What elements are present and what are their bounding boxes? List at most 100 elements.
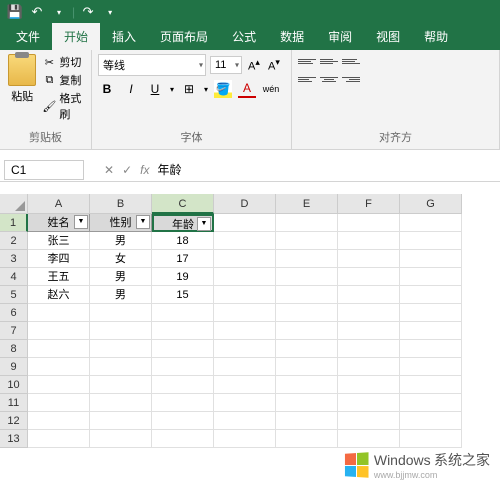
cell-E5[interactable]: [276, 286, 338, 304]
cell-G4[interactable]: [400, 268, 462, 286]
cell-A7[interactable]: [28, 322, 90, 340]
align-top-button[interactable]: [298, 54, 316, 68]
cell-B2[interactable]: 男: [90, 232, 152, 250]
cell-D7[interactable]: [214, 322, 276, 340]
formula-input[interactable]: 年龄: [149, 159, 500, 180]
cell-C1[interactable]: 年龄▼: [152, 214, 214, 232]
cell-E1[interactable]: [276, 214, 338, 232]
cell-E9[interactable]: [276, 358, 338, 376]
fx-button[interactable]: fx: [140, 163, 149, 177]
cell-G13[interactable]: [400, 430, 462, 448]
cell-G8[interactable]: [400, 340, 462, 358]
row-header-1[interactable]: 1: [0, 214, 28, 232]
cell-G12[interactable]: [400, 412, 462, 430]
column-header-F[interactable]: F: [338, 194, 400, 214]
name-box[interactable]: C1: [4, 160, 84, 180]
cell-F3[interactable]: [338, 250, 400, 268]
cell-A2[interactable]: 张三: [28, 232, 90, 250]
font-color-button[interactable]: A: [238, 80, 256, 98]
cell-F9[interactable]: [338, 358, 400, 376]
undo-dropdown-icon[interactable]: ▾: [51, 4, 67, 20]
cell-F8[interactable]: [338, 340, 400, 358]
cell-F6[interactable]: [338, 304, 400, 322]
cell-A6[interactable]: [28, 304, 90, 322]
filter-dropdown-icon[interactable]: ▼: [74, 215, 88, 229]
cell-G9[interactable]: [400, 358, 462, 376]
cell-A1[interactable]: 姓名▼: [28, 214, 90, 232]
cell-A11[interactable]: [28, 394, 90, 412]
cell-A13[interactable]: [28, 430, 90, 448]
cell-C12[interactable]: [152, 412, 214, 430]
cell-E10[interactable]: [276, 376, 338, 394]
cell-A3[interactable]: 李四: [28, 250, 90, 268]
save-icon[interactable]: 💾: [7, 4, 23, 20]
cell-B4[interactable]: 男: [90, 268, 152, 286]
enter-icon[interactable]: ✓: [122, 163, 132, 177]
paste-button[interactable]: 粘贴: [6, 54, 38, 122]
cell-E8[interactable]: [276, 340, 338, 358]
cell-C6[interactable]: [152, 304, 214, 322]
cell-B3[interactable]: 女: [90, 250, 152, 268]
cell-F13[interactable]: [338, 430, 400, 448]
fill-color-button[interactable]: 🪣: [214, 80, 232, 98]
cell-E2[interactable]: [276, 232, 338, 250]
cell-D2[interactable]: [214, 232, 276, 250]
align-middle-button[interactable]: [320, 54, 338, 68]
cancel-icon[interactable]: ✕: [104, 163, 114, 177]
cell-B13[interactable]: [90, 430, 152, 448]
cell-A5[interactable]: 赵六: [28, 286, 90, 304]
row-header-7[interactable]: 7: [0, 322, 28, 340]
cell-D11[interactable]: [214, 394, 276, 412]
column-header-D[interactable]: D: [214, 194, 276, 214]
cell-B9[interactable]: [90, 358, 152, 376]
cell-C2[interactable]: 18: [152, 232, 214, 250]
cell-E3[interactable]: [276, 250, 338, 268]
cell-G10[interactable]: [400, 376, 462, 394]
cell-B12[interactable]: [90, 412, 152, 430]
cell-B10[interactable]: [90, 376, 152, 394]
cell-F12[interactable]: [338, 412, 400, 430]
cell-E4[interactable]: [276, 268, 338, 286]
tab-home[interactable]: 开始: [52, 23, 100, 50]
cell-C8[interactable]: [152, 340, 214, 358]
row-header-12[interactable]: 12: [0, 412, 28, 430]
undo-icon[interactable]: ↶: [29, 4, 45, 20]
tab-formulas[interactable]: 公式: [220, 23, 268, 50]
cell-G6[interactable]: [400, 304, 462, 322]
select-all-corner[interactable]: [0, 194, 28, 214]
cell-C3[interactable]: 17: [152, 250, 214, 268]
cell-G3[interactable]: [400, 250, 462, 268]
cell-B6[interactable]: [90, 304, 152, 322]
cell-C4[interactable]: 19: [152, 268, 214, 286]
align-center-button[interactable]: [320, 72, 338, 86]
border-button[interactable]: ⊞: [180, 80, 198, 98]
align-right-button[interactable]: [342, 72, 360, 86]
align-bottom-button[interactable]: [342, 54, 360, 68]
row-header-3[interactable]: 3: [0, 250, 28, 268]
cell-G7[interactable]: [400, 322, 462, 340]
cell-E11[interactable]: [276, 394, 338, 412]
row-header-10[interactable]: 10: [0, 376, 28, 394]
phonetic-button[interactable]: wén: [262, 80, 280, 98]
cell-G1[interactable]: [400, 214, 462, 232]
column-header-G[interactable]: G: [400, 194, 462, 214]
row-header-11[interactable]: 11: [0, 394, 28, 412]
cell-A8[interactable]: [28, 340, 90, 358]
tab-view[interactable]: 视图: [364, 23, 412, 50]
bold-button[interactable]: B: [98, 80, 116, 98]
row-header-2[interactable]: 2: [0, 232, 28, 250]
format-painter-button[interactable]: 🖌格式刷: [42, 90, 85, 122]
tab-data[interactable]: 数据: [268, 23, 316, 50]
cell-C9[interactable]: [152, 358, 214, 376]
font-size-select[interactable]: 11▾: [210, 56, 242, 74]
font-name-select[interactable]: 等线▾: [98, 54, 206, 76]
row-header-13[interactable]: 13: [0, 430, 28, 448]
cell-B7[interactable]: [90, 322, 152, 340]
cell-B11[interactable]: [90, 394, 152, 412]
cell-C7[interactable]: [152, 322, 214, 340]
shrink-font-button[interactable]: A▾: [266, 57, 282, 73]
cell-E6[interactable]: [276, 304, 338, 322]
grow-font-button[interactable]: A▴: [246, 57, 262, 73]
tab-page-layout[interactable]: 页面布局: [148, 23, 220, 50]
cell-F11[interactable]: [338, 394, 400, 412]
